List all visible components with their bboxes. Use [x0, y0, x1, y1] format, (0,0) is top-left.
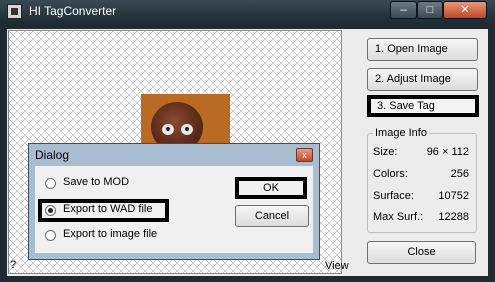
- image-info-title: Image Info: [373, 127, 429, 139]
- cancel-button[interactable]: Cancel: [235, 205, 309, 227]
- radio-export-image[interactable]: [45, 230, 56, 241]
- adjust-image-button[interactable]: 2. Adjust Image: [367, 68, 478, 91]
- dialog-close-button[interactable]: x: [296, 148, 313, 162]
- radio-label-export-wad[interactable]: Export to WAD file: [63, 203, 152, 215]
- radio-export-wad[interactable]: [45, 205, 56, 216]
- minimize-button[interactable]: –: [390, 1, 417, 19]
- info-colors-value: 256: [450, 168, 469, 180]
- info-colors-label: Colors:: [373, 168, 408, 180]
- info-size-label: Size:: [373, 146, 398, 158]
- info-maxsurf-value: 12288: [438, 211, 469, 223]
- info-surface-label: Surface:: [373, 190, 414, 202]
- save-tag-button[interactable]: 3. Save Tag: [367, 95, 479, 117]
- view-label: View: [325, 260, 349, 272]
- right-eye: [181, 124, 193, 135]
- radio-label-save-to-mod[interactable]: Save to MOD: [63, 176, 129, 188]
- close-button[interactable]: Close: [367, 241, 476, 264]
- info-maxsurf-label: Max Surf.:: [373, 211, 424, 223]
- close-window-button[interactable]: ✕: [443, 1, 487, 19]
- maximize-button[interactable]: □: [417, 1, 443, 19]
- help-label[interactable]: ?: [10, 259, 16, 271]
- info-surface-value: 10752: [438, 190, 469, 202]
- minimize-icon: –: [400, 4, 407, 16]
- maximize-icon: □: [426, 4, 434, 16]
- dialog-close-icon: x: [302, 150, 307, 160]
- close-icon: ✕: [460, 4, 470, 16]
- image-preview: [141, 94, 230, 146]
- left-eye: [162, 124, 174, 135]
- export-dialog: Dialog x Save to MOD Export to WAD file …: [28, 143, 320, 260]
- app-icon: [7, 4, 22, 19]
- radio-label-export-image[interactable]: Export to image file: [63, 228, 157, 240]
- dialog-body: Save to MOD Export to WAD file Export to…: [35, 166, 313, 253]
- title-bar[interactable]: HI TagConverter – □ ✕: [0, 0, 495, 23]
- radio-save-to-mod[interactable]: [45, 178, 56, 189]
- face-image: [151, 102, 203, 146]
- info-size-value: 96 × 112: [426, 146, 469, 158]
- open-image-button[interactable]: 1. Open Image: [367, 38, 478, 61]
- ok-button[interactable]: OK: [235, 177, 307, 199]
- dialog-title: Dialog: [35, 148, 70, 162]
- window-title: HI TagConverter: [29, 4, 117, 18]
